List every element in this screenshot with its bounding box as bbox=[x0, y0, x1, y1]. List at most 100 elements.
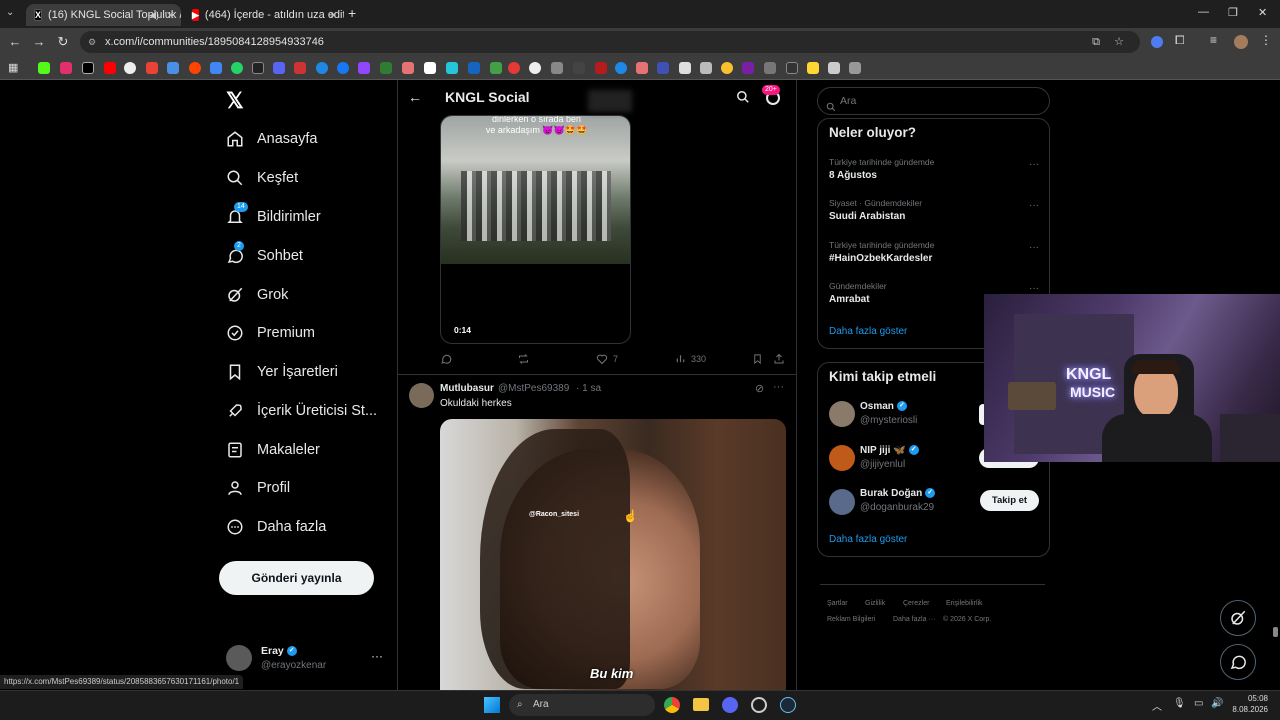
bookmark-translate-icon[interactable] bbox=[210, 62, 222, 74]
x-logo-icon[interactable]: 𝕏 bbox=[226, 88, 244, 114]
bookmark-icon[interactable] bbox=[380, 62, 392, 74]
bookmark-google-icon[interactable] bbox=[124, 62, 136, 74]
grok-icon[interactable]: ⊘ bbox=[755, 382, 764, 395]
close-icon[interactable]: ✕ bbox=[329, 9, 338, 22]
microphone-icon[interactable]: 🎙 bbox=[1173, 698, 1186, 709]
more-icon[interactable]: ··· bbox=[1029, 283, 1039, 294]
post-handle[interactable]: @MstPes69389 bbox=[498, 383, 569, 394]
chrome-icon[interactable] bbox=[664, 697, 680, 713]
restore-icon[interactable]: ❐ bbox=[1228, 6, 1238, 19]
follow-button[interactable]: Takip et bbox=[980, 490, 1039, 511]
sidebar-item-creator-studio[interactable]: İçerik Üreticisi St... bbox=[226, 396, 377, 426]
bookmark-icon[interactable] bbox=[615, 62, 627, 74]
footer-link[interactable]: Reklam Bilgileri bbox=[827, 616, 875, 623]
kebab-menu-icon[interactable]: ⋮ bbox=[1260, 33, 1272, 47]
bookmark-icon[interactable] bbox=[679, 62, 691, 74]
search-icon[interactable] bbox=[736, 90, 750, 109]
back-arrow-icon[interactable]: ← bbox=[408, 89, 422, 105]
post-author[interactable]: Mutlubasur bbox=[440, 383, 494, 394]
tab-kngl-social[interactable]: X (16) KNGL Social Topluluk / ◀) ✕ bbox=[26, 4, 181, 26]
footer-link[interactable]: Çerezler bbox=[903, 600, 929, 607]
video-player[interactable]: @Racon_sitesi Bu kim ☝ bbox=[440, 419, 786, 690]
grok-float-button[interactable] bbox=[1220, 600, 1256, 636]
footer-link[interactable]: Daha fazla ··· bbox=[893, 616, 935, 623]
avatar[interactable] bbox=[829, 489, 855, 515]
post-time[interactable]: · 1 sa bbox=[576, 383, 601, 394]
reply-icon[interactable] bbox=[440, 353, 452, 365]
like-button[interactable]: 7 bbox=[596, 353, 618, 365]
bookmark-icon[interactable] bbox=[657, 62, 669, 74]
footer-link[interactable]: Erişilebilirlik bbox=[946, 600, 983, 607]
window-close-icon[interactable]: ✕ bbox=[1258, 6, 1267, 19]
star-icon[interactable]: ☆ bbox=[1114, 31, 1124, 53]
minimize-icon[interactable]: — bbox=[1198, 6, 1209, 18]
footer-link[interactable]: Şartlar bbox=[827, 600, 848, 607]
bookmark-facebook-icon[interactable] bbox=[337, 62, 349, 74]
sidebar-item-explore[interactable]: Keşfet bbox=[226, 163, 298, 193]
account-switcher[interactable]: Eray ✓ @erayozkenar ··· bbox=[226, 643, 386, 673]
puzzle-icon[interactable]: ⧠ bbox=[1175, 33, 1185, 48]
bookmark-icon[interactable] bbox=[468, 62, 480, 74]
trend-name[interactable]: Suudi Arabistan bbox=[829, 211, 905, 222]
bookmark-icon[interactable] bbox=[700, 62, 712, 74]
views-button[interactable]: 330 bbox=[675, 353, 706, 364]
file-explorer-icon[interactable] bbox=[693, 698, 709, 711]
sidebar-item-notifications[interactable]: 14 Bildirimler bbox=[226, 202, 321, 232]
trend-name[interactable]: 8 Ağustos bbox=[829, 170, 877, 181]
sidebar-item-home[interactable]: Anasayfa bbox=[226, 124, 317, 154]
sidebar-item-more[interactable]: Daha fazla bbox=[226, 512, 326, 542]
bookmark-youtube-icon[interactable] bbox=[104, 62, 116, 74]
browser-profile-avatar[interactable] bbox=[1234, 35, 1248, 49]
windows-start-icon[interactable] bbox=[484, 697, 500, 713]
bookmark-icon[interactable] bbox=[595, 62, 607, 74]
bookmark-icon[interactable] bbox=[508, 62, 520, 74]
bookmark-gmail-icon[interactable] bbox=[146, 62, 158, 74]
scrollbar-thumb[interactable] bbox=[1273, 627, 1278, 637]
share-icon[interactable] bbox=[773, 353, 785, 365]
tray-chevron-icon[interactable]: ︿ bbox=[1152, 698, 1162, 713]
footer-link[interactable]: Gizlilik bbox=[865, 600, 885, 607]
new-tab-icon[interactable]: + bbox=[348, 5, 356, 21]
avatar[interactable] bbox=[829, 401, 855, 427]
clock-time[interactable]: 05:08 bbox=[1234, 694, 1268, 703]
bookmark-icon[interactable] bbox=[316, 62, 328, 74]
sidebar-item-profile[interactable]: Profil bbox=[226, 473, 290, 503]
bookmark-icon[interactable] bbox=[721, 62, 733, 74]
bookmark-icon[interactable] bbox=[636, 62, 648, 74]
bookmark-icon[interactable] bbox=[490, 62, 502, 74]
bookmark-icon[interactable] bbox=[849, 62, 861, 74]
more-icon[interactable]: ··· bbox=[1029, 242, 1039, 253]
sidebar-item-chat[interactable]: 2 Sohbet bbox=[226, 241, 303, 271]
follow-name[interactable]: Burak Doğan ✓ bbox=[860, 488, 936, 499]
discord-icon[interactable] bbox=[722, 697, 738, 713]
bookmark-icon[interactable] bbox=[424, 62, 436, 74]
bookmark-icon[interactable] bbox=[828, 62, 840, 74]
messages-float-button[interactable] bbox=[1220, 644, 1256, 680]
tab-youtube[interactable]: ▶ (464) İçerde - atıldın uza edit - Y ✕ bbox=[184, 4, 344, 26]
trend-name[interactable]: Amrabat bbox=[829, 294, 870, 305]
volume-icon[interactable]: 🔊 bbox=[1211, 698, 1223, 709]
network-icon[interactable]: ▭ bbox=[1194, 698, 1203, 709]
install-icon[interactable]: ⧉ bbox=[1092, 31, 1100, 53]
tab-search-chevron-icon[interactable]: ⌄ bbox=[6, 7, 14, 18]
trend-name[interactable]: #HainOzbekKardesler bbox=[829, 253, 932, 264]
repost-icon[interactable] bbox=[517, 353, 530, 365]
follow-handle[interactable]: @jijiyenlul bbox=[860, 459, 905, 470]
bookmark-icon[interactable] bbox=[252, 62, 264, 74]
avatar[interactable] bbox=[829, 445, 855, 471]
bookmark-x-icon[interactable] bbox=[82, 62, 94, 74]
search-input[interactable]: Ara bbox=[817, 87, 1050, 115]
address-field[interactable]: ⚙ x.com/i/communities/189508412895493374… bbox=[80, 31, 1140, 53]
bookmark-icon[interactable] bbox=[807, 62, 819, 74]
bookmark-icon[interactable] bbox=[764, 62, 776, 74]
clock-date[interactable]: 8.08.2026 bbox=[1228, 705, 1268, 714]
site-info-icon[interactable]: ⚙ bbox=[88, 31, 96, 53]
show-more-link[interactable]: Daha fazla göster bbox=[829, 534, 907, 545]
more-icon[interactable]: ··· bbox=[1029, 200, 1039, 211]
extension-icon[interactable] bbox=[1151, 36, 1163, 48]
steam-icon[interactable] bbox=[780, 697, 796, 713]
bookmark-icon[interactable] bbox=[551, 62, 563, 74]
bookmark-icon[interactable] bbox=[752, 353, 763, 365]
sidebar-item-articles[interactable]: Makaleler bbox=[226, 435, 320, 465]
media-icon[interactable]: ≡ bbox=[1210, 33, 1217, 47]
